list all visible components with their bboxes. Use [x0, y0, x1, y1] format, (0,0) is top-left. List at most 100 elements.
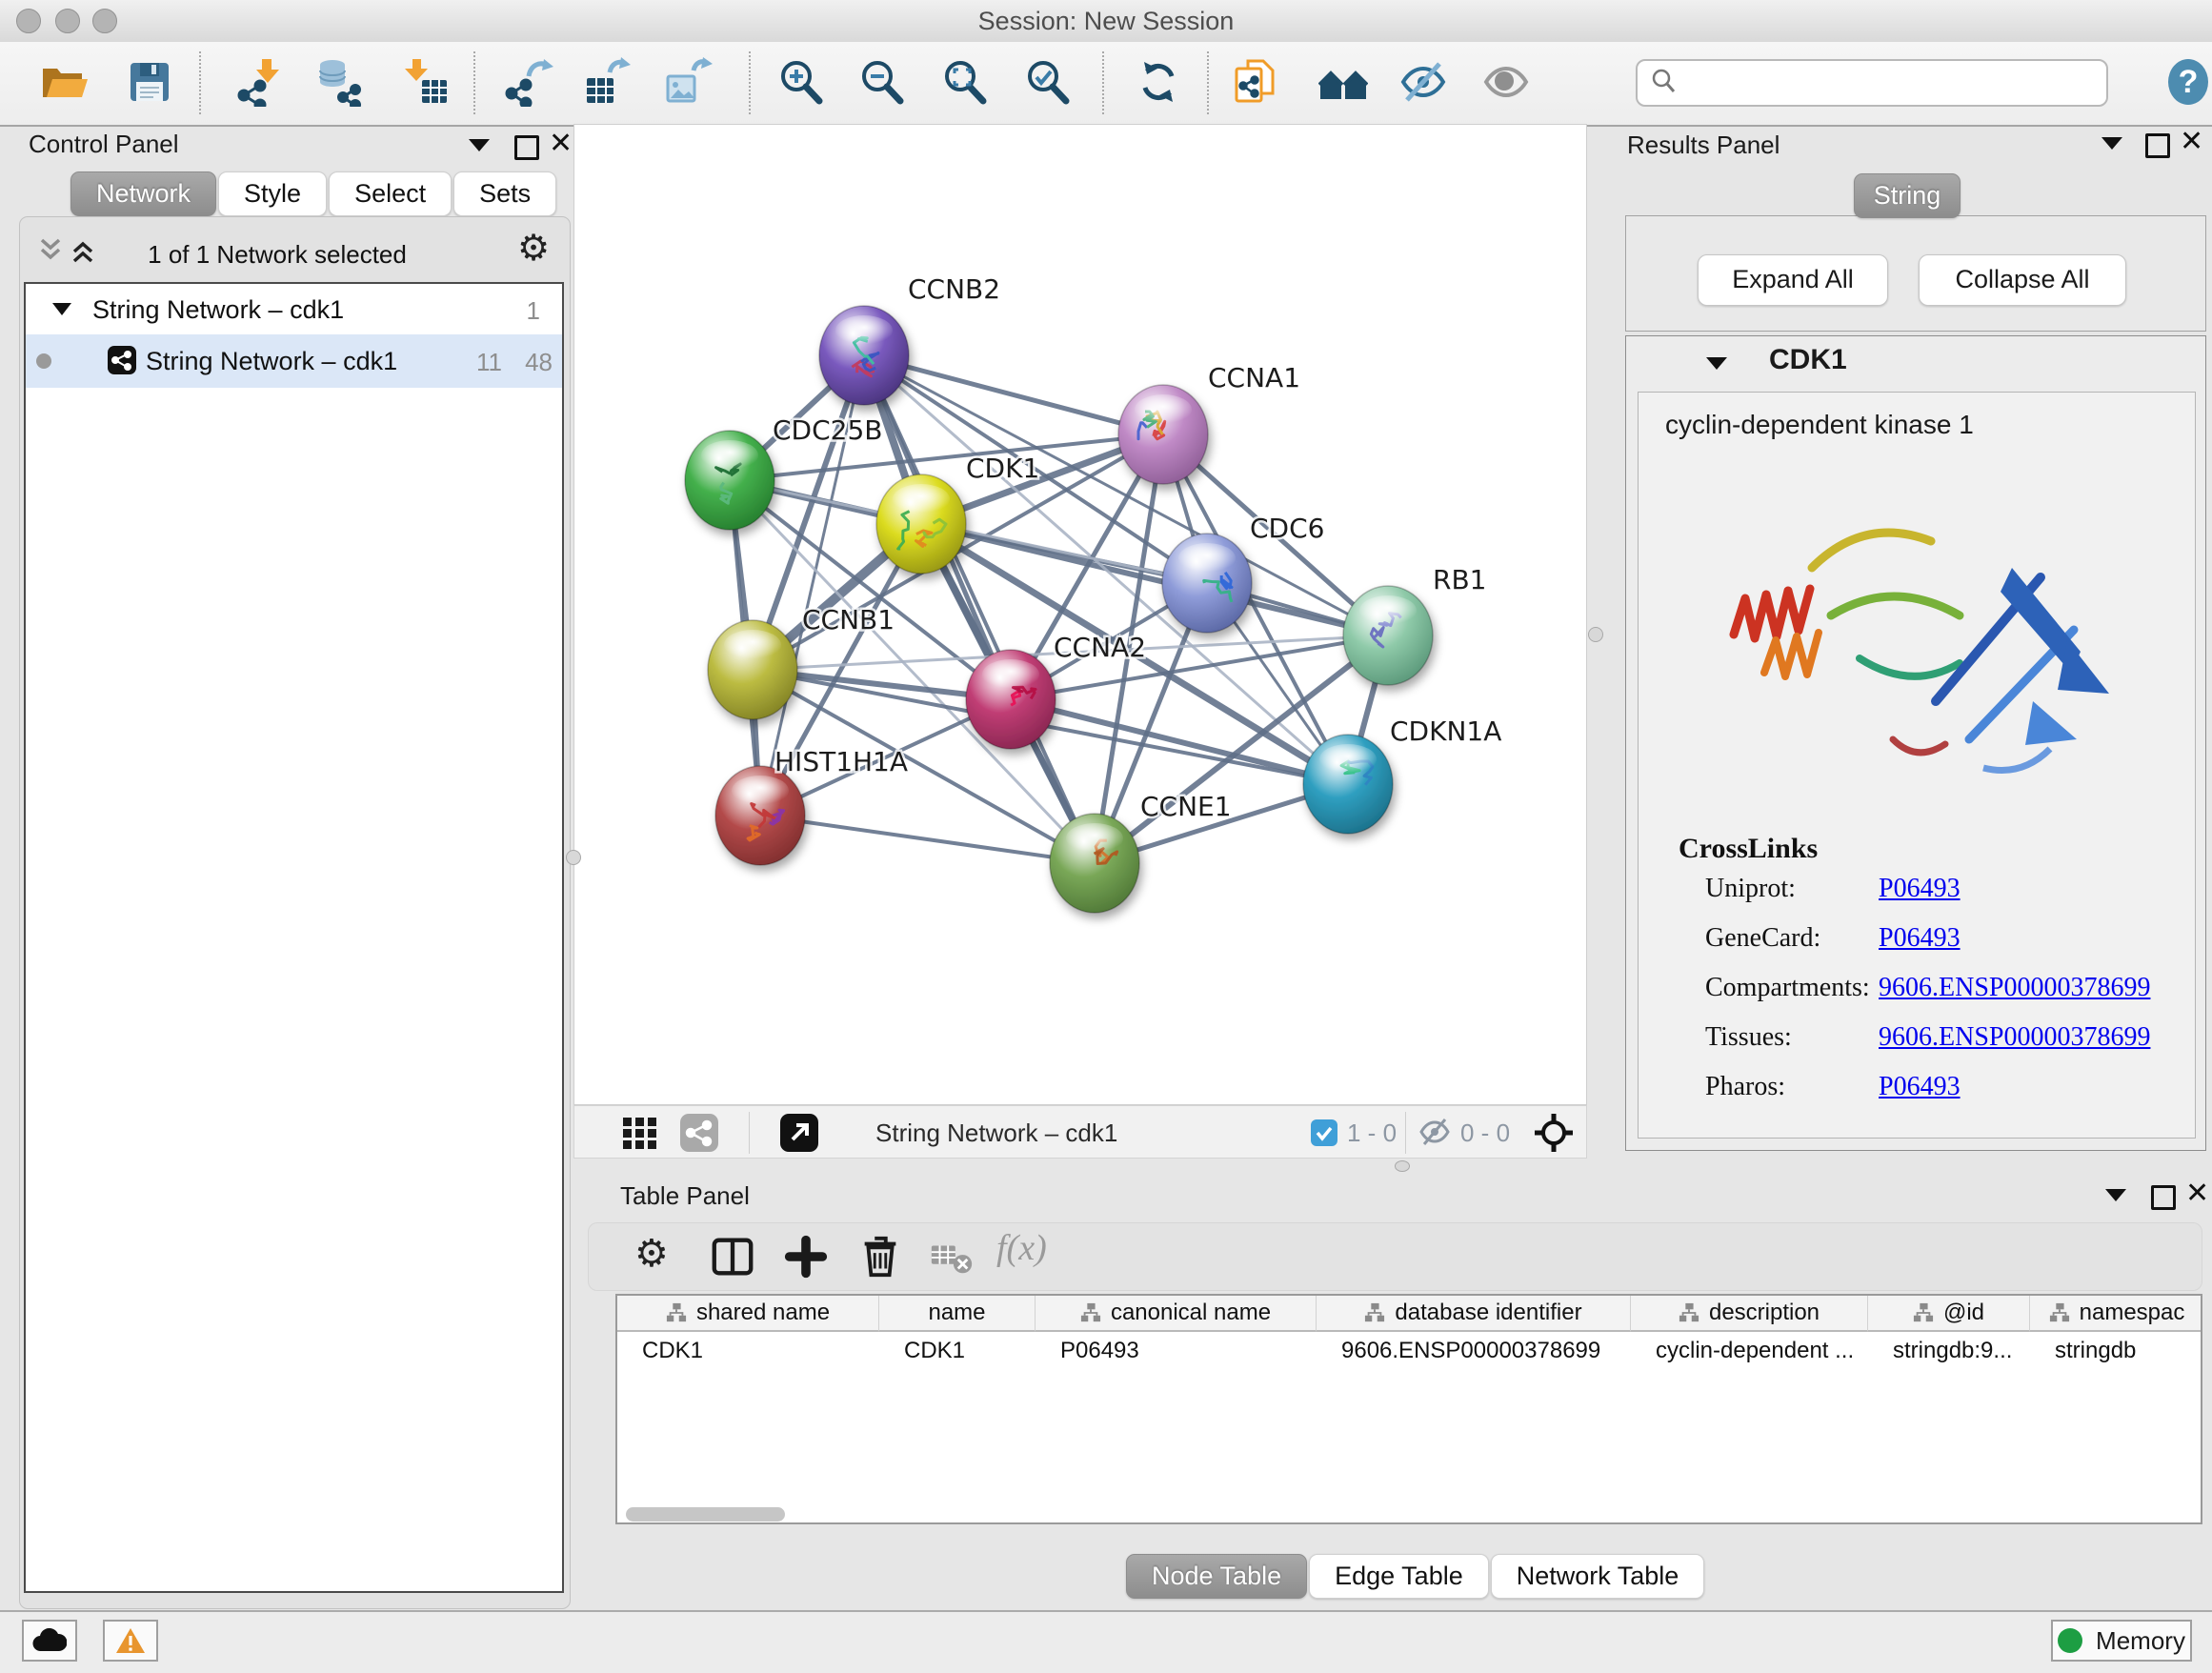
- column-header-database-identifier[interactable]: database identifier: [1317, 1296, 1631, 1332]
- birds-eye-view-icon[interactable]: [621, 1114, 659, 1157]
- hidden-eye-icon[interactable]: [1418, 1118, 1451, 1151]
- import-table-icon[interactable]: [401, 57, 451, 107]
- export-image-icon[interactable]: [663, 57, 713, 107]
- table-panel-close-icon[interactable]: ✕: [2185, 1181, 2209, 1206]
- control-panel-close-icon[interactable]: ✕: [549, 131, 573, 156]
- control-panel-float-icon[interactable]: [514, 135, 539, 160]
- node-CCNB1[interactable]: [708, 620, 797, 719]
- delete-table-icon[interactable]: [928, 1233, 975, 1280]
- column-header-shared-name[interactable]: shared name: [617, 1296, 879, 1332]
- new-network-from-selection-icon[interactable]: [1231, 57, 1280, 107]
- edge-HIST1H1A-CCNE1[interactable]: [760, 816, 1095, 863]
- warning-button[interactable]: [103, 1620, 158, 1662]
- node-RB1[interactable]: [1343, 586, 1433, 685]
- node-CDKN1A[interactable]: [1303, 735, 1393, 834]
- expand-all-button[interactable]: Expand All: [1698, 254, 1888, 306]
- refresh-view-icon[interactable]: [1134, 57, 1183, 107]
- crosslink-link[interactable]: 9606.ENSP00000378699: [1879, 973, 2150, 1003]
- create-column-icon[interactable]: [782, 1233, 830, 1280]
- open-in-window-icon[interactable]: [780, 1114, 818, 1157]
- save-session-icon[interactable]: [125, 57, 174, 107]
- collapse-all-networks-icon[interactable]: [37, 236, 64, 270]
- tab-network-table[interactable]: Network Table: [1491, 1554, 1705, 1599]
- column-header-namespac[interactable]: namespac: [2030, 1296, 2202, 1332]
- crosslink-link[interactable]: P06493: [1879, 1072, 1961, 1102]
- table-cell[interactable]: 9606.ENSP00000378699: [1317, 1334, 1631, 1370]
- control-panel: Control Panel ✕ NetworkStyleSelectSets 1…: [8, 124, 572, 1608]
- tab-style[interactable]: Style: [218, 171, 327, 216]
- control-panel-menu-caret-icon[interactable]: [469, 139, 490, 151]
- left-splitter-grip[interactable]: [566, 850, 581, 865]
- collection-expand-caret-icon[interactable]: [52, 303, 71, 315]
- node-CCNB2[interactable]: [819, 306, 909, 405]
- collapse-all-button[interactable]: Collapse All: [1919, 254, 2126, 306]
- network-canvas[interactable]: CCNB2CCNA1CDC25BCDK1CDC6RB1CCNB1CCNA2CDK…: [573, 124, 1587, 1105]
- column-header-canonical-name[interactable]: canonical name: [1036, 1296, 1317, 1332]
- table-hscrollbar-thumb[interactable]: [626, 1507, 785, 1522]
- entry-collapse-caret-icon[interactable]: [1706, 357, 1727, 370]
- table-options-gear-icon[interactable]: ⚙: [634, 1235, 682, 1282]
- table-cell[interactable]: P06493: [1036, 1334, 1317, 1370]
- tab-node-table[interactable]: Node Table: [1126, 1554, 1307, 1599]
- node-CDK1[interactable]: [876, 474, 966, 574]
- show-columns-icon[interactable]: [709, 1233, 756, 1280]
- bottom-splitter-grip[interactable]: [1395, 1160, 1410, 1172]
- table-cell[interactable]: cyclin-dependent ...: [1631, 1334, 1868, 1370]
- zoom-selected-icon[interactable]: [1023, 57, 1073, 107]
- network-collection-row[interactable]: String Network – cdk1 1: [26, 284, 562, 334]
- tab-string[interactable]: String: [1854, 173, 1961, 218]
- export-network-icon[interactable]: [504, 57, 553, 107]
- help-icon[interactable]: ?: [2163, 57, 2212, 107]
- crosslink-link[interactable]: P06493: [1879, 923, 1961, 954]
- network-row-selected[interactable]: String Network – cdk1 11 48: [26, 334, 562, 388]
- results-panel-menu-caret-icon[interactable]: [2101, 137, 2122, 150]
- column-header-description[interactable]: description: [1631, 1296, 1868, 1332]
- crosslink-link[interactable]: 9606.ENSP00000378699: [1879, 1022, 2150, 1053]
- function-builder-icon[interactable]: f(x): [996, 1227, 1082, 1275]
- delete-column-trash-icon[interactable]: [856, 1233, 904, 1280]
- import-network-database-icon[interactable]: [314, 57, 364, 107]
- network-graph[interactable]: CCNB2CCNA1CDC25BCDK1CDC6RB1CCNB1CCNA2CDK…: [574, 125, 1586, 1104]
- table-cell[interactable]: CDK1: [617, 1334, 879, 1370]
- cloud-button[interactable]: [22, 1620, 77, 1662]
- results-panel-close-icon[interactable]: ✕: [2180, 130, 2203, 154]
- column-header-name[interactable]: name: [879, 1296, 1036, 1332]
- table-cell[interactable]: stringdb:9...: [1868, 1334, 2030, 1370]
- node-CDC6[interactable]: [1162, 534, 1252, 633]
- tab-sets[interactable]: Sets: [453, 171, 556, 216]
- node-CCNA2[interactable]: [966, 650, 1056, 749]
- results-panel-float-icon[interactable]: [2145, 133, 2170, 158]
- hide-selected-icon[interactable]: [1398, 57, 1448, 107]
- table-cell[interactable]: stringdb: [2030, 1334, 2202, 1370]
- selected-checkbox-icon[interactable]: [1311, 1119, 1337, 1151]
- tab-network[interactable]: Network: [70, 171, 216, 216]
- right-splitter-grip[interactable]: [1588, 627, 1603, 642]
- zoom-in-icon[interactable]: [776, 57, 826, 107]
- node-HIST1H1A[interactable]: [715, 766, 805, 865]
- zoom-fit-icon[interactable]: [940, 57, 990, 107]
- expand-all-networks-icon[interactable]: [70, 236, 96, 270]
- table-cell[interactable]: CDK1: [879, 1334, 1036, 1370]
- first-neighbors-icon[interactable]: [1318, 57, 1368, 107]
- memory-button[interactable]: Memory: [2051, 1620, 2192, 1662]
- table-panel-menu-caret-icon[interactable]: [2105, 1189, 2126, 1201]
- node-CDC25B[interactable]: [685, 431, 774, 530]
- crosslink-link[interactable]: P06493: [1879, 874, 1961, 904]
- open-session-icon[interactable]: [38, 57, 88, 107]
- network-share-icon[interactable]: [680, 1114, 718, 1157]
- search-input[interactable]: [1687, 69, 2106, 97]
- entry-details: cyclin-dependent kinase 1 CrossLinks: [1638, 392, 2196, 1139]
- node-CCNE1[interactable]: [1050, 814, 1139, 913]
- node-CCNA1[interactable]: [1118, 385, 1208, 484]
- export-table-icon[interactable]: [581, 57, 631, 107]
- network-options-gear-icon[interactable]: ⚙: [517, 231, 550, 267]
- table-panel-float-icon[interactable]: [2151, 1185, 2176, 1210]
- zoom-out-icon[interactable]: [857, 57, 907, 107]
- fit-selected-crosshair-icon[interactable]: [1533, 1112, 1575, 1159]
- column-header-@id[interactable]: @id: [1868, 1296, 2030, 1332]
- tab-select[interactable]: Select: [329, 171, 452, 216]
- show-all-icon[interactable]: [1481, 57, 1531, 107]
- node-gloss: [1359, 595, 1417, 626]
- tab-edge-table[interactable]: Edge Table: [1309, 1554, 1489, 1599]
- import-network-icon[interactable]: [234, 57, 284, 107]
